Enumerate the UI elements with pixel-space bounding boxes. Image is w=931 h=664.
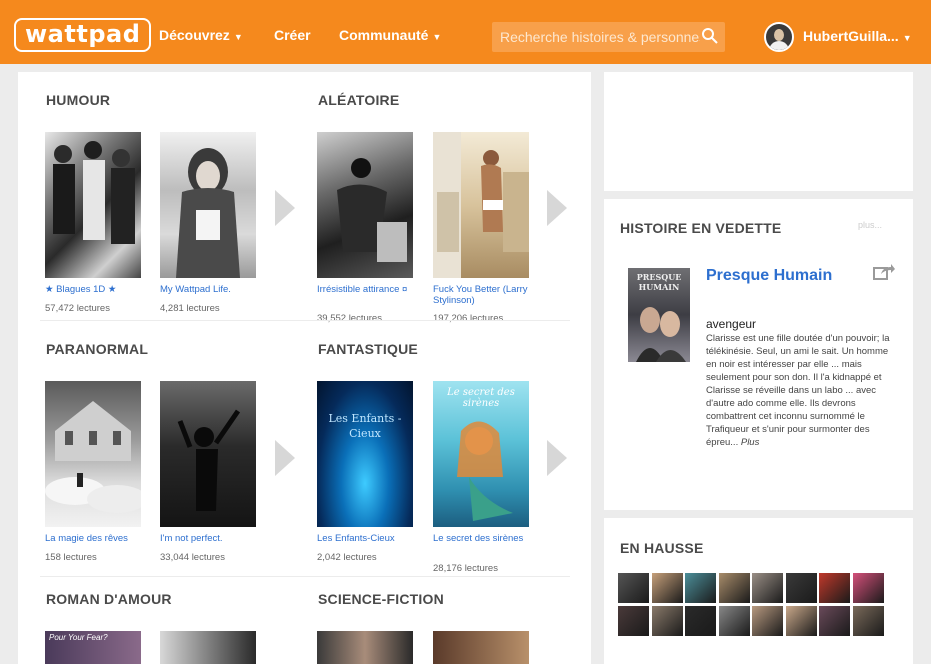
book-title[interactable]: I'm not perfect. <box>160 533 260 544</box>
chevron-down-icon: ▼ <box>902 33 912 43</box>
nav-create[interactable]: Créer <box>274 27 311 43</box>
featured-description-text: Clarisse est une fille doutée d'un pouvo… <box>706 333 890 448</box>
book-title[interactable]: Les Enfants-Cieux <box>317 533 417 544</box>
cover-art <box>433 132 529 278</box>
chevron-down-icon: ▼ <box>233 32 243 42</box>
book-title[interactable]: La magie des rêves <box>45 533 145 544</box>
trending-book-thumb[interactable] <box>785 606 817 636</box>
section-title-roman-damour[interactable]: ROMAN D'AMOUR <box>46 591 172 607</box>
book-title[interactable]: My Wattpad Life. <box>160 284 260 295</box>
book-title[interactable]: Le secret des sirènes <box>433 533 533 544</box>
section-divider <box>40 576 570 577</box>
cover-art <box>176 148 240 278</box>
section-title-paranormal[interactable]: PARANORMAL <box>46 341 148 357</box>
section-title-aleatoire[interactable]: ALÉATOIRE <box>318 92 399 108</box>
next-arrow-icon[interactable] <box>275 440 295 476</box>
book-cover[interactable] <box>433 631 529 664</box>
trending-book-thumb[interactable] <box>819 573 850 603</box>
book-cover[interactable] <box>160 381 256 527</box>
trending-book-thumb[interactable] <box>685 573 716 603</box>
book-cover[interactable]: Le secret des sirènes <box>433 381 529 527</box>
trending-heading: EN HAUSSE <box>620 540 704 556</box>
cover-art <box>457 421 513 521</box>
cover-art <box>53 141 135 244</box>
book-reads: 57,472 lectures <box>45 303 110 314</box>
featured-more-link[interactable]: plus... <box>858 220 882 230</box>
book-cover[interactable] <box>160 132 256 278</box>
chevron-down-icon: ▼ <box>432 32 442 42</box>
search-icon[interactable] <box>701 27 719 50</box>
cover-art <box>337 158 407 262</box>
book-title[interactable]: Fuck You Better (Larry Stylinson) <box>433 284 533 306</box>
cover-art <box>45 401 141 513</box>
trending-book-thumb[interactable] <box>718 606 750 636</box>
book-reads: 28,176 lectures <box>433 563 498 574</box>
book-reads: 2,042 lectures <box>317 552 377 563</box>
book-cover[interactable] <box>45 381 141 527</box>
book-cover[interactable] <box>317 631 413 664</box>
trending-book-thumb[interactable] <box>819 606 850 636</box>
book-cover[interactable] <box>45 132 141 278</box>
featured-plus-link[interactable]: Plus <box>741 437 759 448</box>
user-avatar[interactable] <box>764 22 794 52</box>
book-reads: 33,044 lectures <box>160 552 225 563</box>
cover-art <box>177 409 241 511</box>
book-reads: 4,281 lectures <box>160 303 220 314</box>
featured-author[interactable]: avengeur <box>706 317 756 331</box>
avatar-face <box>774 29 784 41</box>
book-cover[interactable]: Pour Your Fear? <box>45 631 141 664</box>
trending-book-thumb[interactable] <box>718 573 750 603</box>
search-input[interactable] <box>492 22 708 52</box>
next-arrow-icon[interactable] <box>547 190 567 226</box>
trending-book-thumb[interactable] <box>852 606 884 636</box>
nav-discover[interactable]: Découvrez ▼ <box>159 27 243 43</box>
featured-cover-art <box>636 307 686 362</box>
section-title-fantastique[interactable]: FANTASTIQUE <box>318 341 418 357</box>
trending-book-thumb[interactable] <box>618 573 649 603</box>
trending-book-thumb[interactable] <box>785 573 817 603</box>
featured-heading: HISTOIRE EN VEDETTE <box>620 220 782 236</box>
section-divider <box>40 320 570 321</box>
wattpad-logo[interactable]: wattpad <box>14 18 152 52</box>
trending-book-thumb[interactable] <box>651 573 683 603</box>
cover-title-text: Pour Your Fear? <box>49 633 108 642</box>
book-cover[interactable]: Les Enfants - Cieux <box>317 381 413 527</box>
cover-title-text: Les Enfants - Cieux <box>328 412 402 440</box>
next-arrow-icon[interactable] <box>547 440 567 476</box>
book-cover[interactable] <box>433 132 529 278</box>
trending-book-thumb[interactable] <box>852 573 884 603</box>
search-box <box>492 22 725 52</box>
share-icon[interactable] <box>873 263 895 286</box>
top-nav-bar: wattpad Découvrez▼ Créer Communauté▼ Hub… <box>0 0 931 64</box>
trending-book-thumb[interactable] <box>618 606 649 636</box>
section-title-science-fiction[interactable]: SCIENCE-FICTION <box>318 591 444 607</box>
book-reads: 158 lectures <box>45 552 97 563</box>
section-title-humour[interactable]: HUMOUR <box>46 92 110 108</box>
sidebar-blank-box <box>604 72 913 191</box>
trending-book-thumb[interactable] <box>752 573 783 603</box>
featured-description: Clarisse est une fille doutée d'un pouvo… <box>706 332 896 449</box>
book-reads: 39,552 lectures <box>317 313 382 324</box>
book-reads: 197,206 lectures <box>433 313 504 324</box>
trending-book-thumb[interactable] <box>752 606 783 636</box>
book-title[interactable]: Irrésistible attirance ¤ <box>317 284 417 295</box>
book-title[interactable]: ★ Blagues 1D ★ <box>45 284 145 295</box>
nav-community[interactable]: Communauté ▼ <box>339 27 441 43</box>
featured-title[interactable]: Presque Humain <box>706 266 856 286</box>
nav-community-label: Communauté <box>339 27 429 43</box>
trending-book-thumb[interactable] <box>685 606 716 636</box>
username-label: HubertGuilla... <box>803 28 899 44</box>
book-cover[interactable] <box>160 631 256 664</box>
next-arrow-icon[interactable] <box>275 190 295 226</box>
featured-cover[interactable]: PRESQUE HUMAIN <box>628 268 690 362</box>
user-menu[interactable]: HubertGuilla... ▼ <box>803 28 912 44</box>
trending-book-thumb[interactable] <box>651 606 683 636</box>
nav-discover-label: Découvrez <box>159 27 230 43</box>
book-cover[interactable] <box>317 132 413 278</box>
avatar-body <box>769 41 789 50</box>
